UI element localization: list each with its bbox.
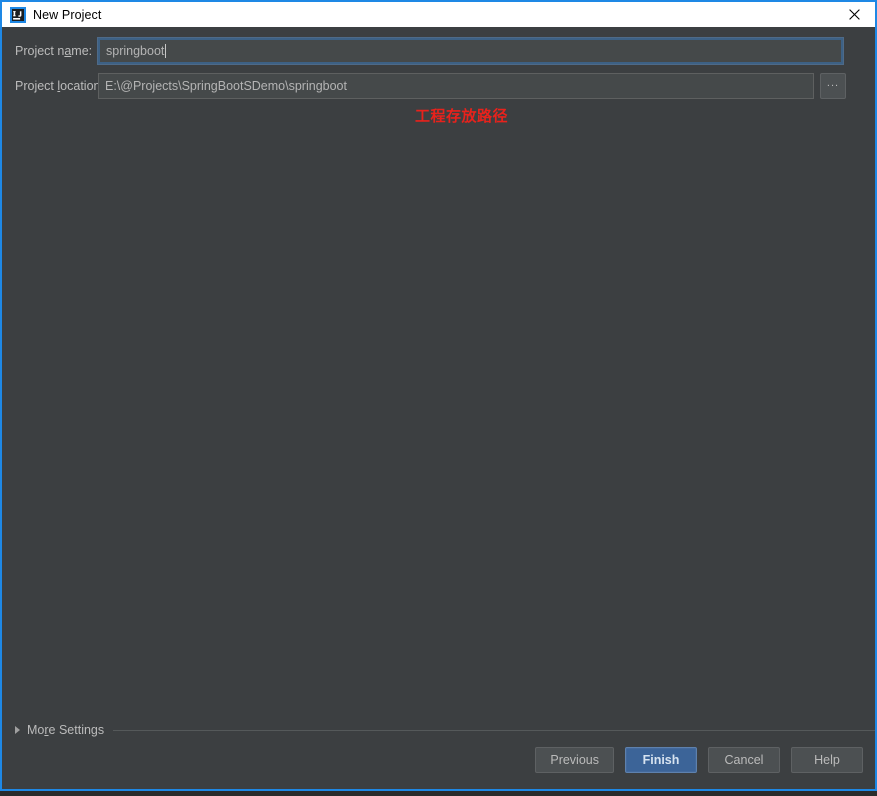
window-title: New Project — [33, 7, 102, 22]
previous-button[interactable]: Previous — [535, 747, 614, 773]
close-icon[interactable] — [833, 2, 875, 27]
project-location-row: Project location: E:\@Projects\SpringBoo… — [2, 73, 875, 99]
project-location-value: E:\@Projects\SpringBootSDemo\springboot — [105, 79, 347, 93]
help-button[interactable]: Help — [791, 747, 863, 773]
title-bar: New Project — [0, 0, 877, 27]
finish-button[interactable]: Finish — [625, 747, 697, 773]
project-name-value: springboot — [106, 44, 165, 58]
project-name-label: Project name: — [15, 44, 93, 58]
cancel-button[interactable]: Cancel — [708, 747, 780, 773]
annotation-label: 工程存放路径 — [415, 108, 509, 125]
project-location-input[interactable]: E:\@Projects\SpringBootSDemo\springboot — [98, 73, 814, 99]
text-caret — [165, 44, 167, 58]
chevron-right-icon — [15, 726, 20, 734]
more-settings-label: More Settings — [27, 723, 105, 737]
intellij-idea-icon — [10, 6, 26, 23]
more-settings-separator — [113, 729, 875, 731]
new-project-dialog: New Project Project name: springboot Pro… — [0, 0, 877, 791]
more-settings-toggle[interactable]: More Settings — [2, 721, 875, 739]
dialog-content: Project name: springboot Project locatio… — [2, 27, 875, 789]
project-location-label: Project location: — [15, 79, 104, 93]
browse-folder-button[interactable]: ... — [820, 73, 846, 99]
project-name-input[interactable]: springboot — [97, 37, 844, 65]
project-name-row: Project name: springboot — [2, 37, 875, 65]
dialog-button-bar: Previous Finish Cancel Help — [535, 747, 863, 773]
